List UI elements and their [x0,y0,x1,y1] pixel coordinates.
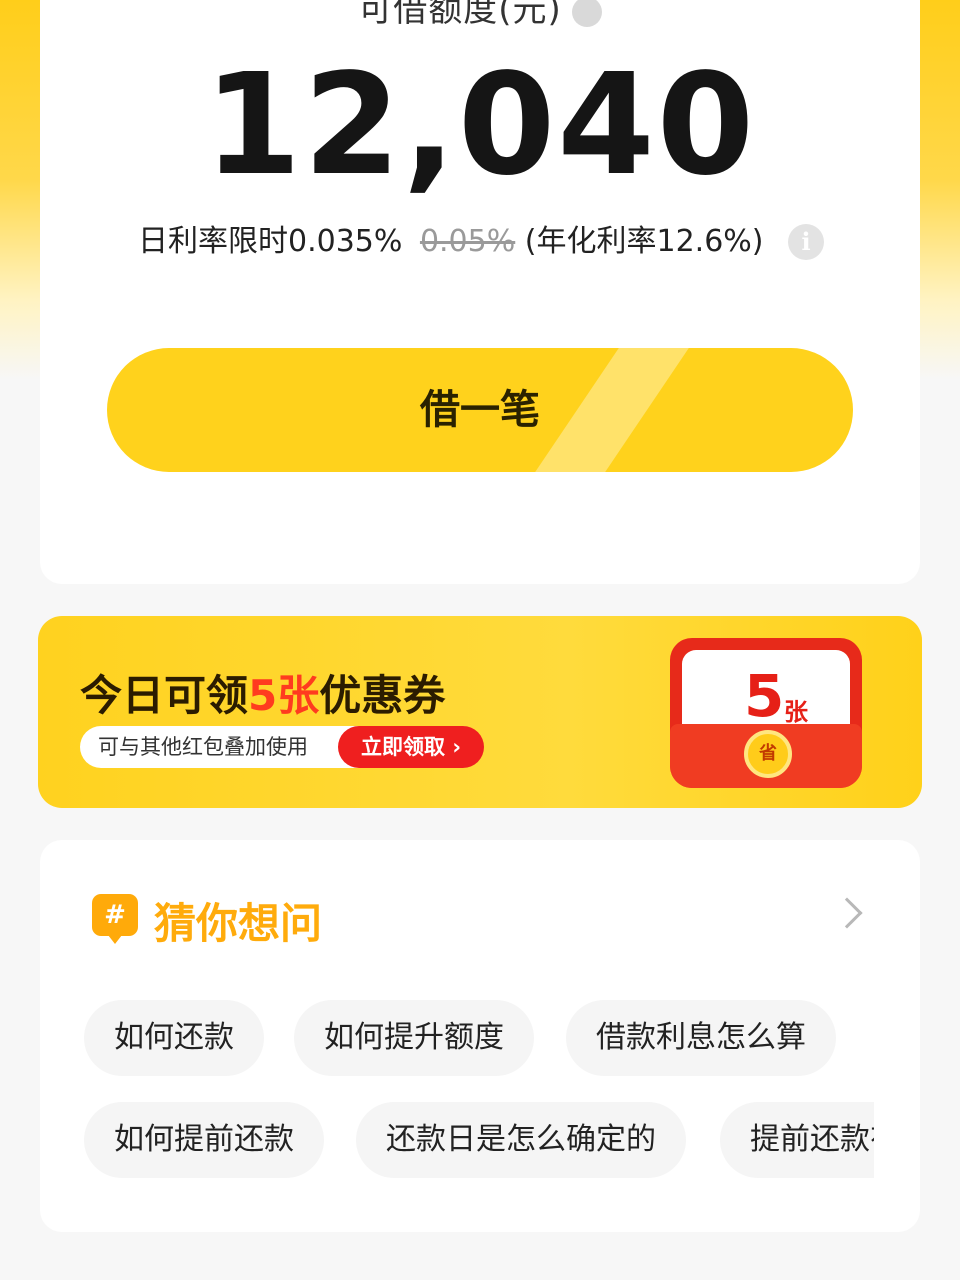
limit-label: 可借额度(元) [40,0,920,32]
coupon-banner[interactable]: 今日可领5张优惠券 可与其他红包叠加使用 立即领取 › 5 张 省 [38,616,922,808]
red-envelope-icon: 5 张 省 [670,638,862,788]
rate-line: 日利率限时0.035% 0.05% (年化利率12.6%) [138,222,764,262]
faq-question[interactable]: 如何提前还款 [84,1102,324,1178]
old-rate: 0.05% [419,224,516,259]
borrow-button[interactable]: 借一笔 [107,348,853,472]
annual-rate: (年化利率12.6%) [524,224,764,259]
coupon-title-after: 优惠券 [319,671,446,720]
coupon-count: 5张 [248,671,320,720]
coupon-title-before: 今日可领 [80,671,249,720]
limit-label-text: 可借额度(元) [358,0,562,30]
available-amount: 12,040 [203,44,757,207]
coupon-subtitle: 可与其他红包叠加使用 [98,735,308,759]
rate-info-icon[interactable]: i [788,224,824,260]
faq-question[interactable]: 如何提升额度 [294,1000,534,1076]
daily-rate: 日利率限时0.035% [138,224,403,259]
faq-question[interactable]: 提前还款有 [720,1102,874,1178]
limit-info-icon[interactable] [571,0,602,27]
faq-question[interactable]: 还款日是怎么确定的 [356,1102,686,1178]
faq-question[interactable]: 如何还款 [84,1000,264,1076]
loan-page: 可借额度(元) 12,040 日利率限时0.035% 0.05% (年化利率12… [0,0,960,1280]
faq-question[interactable]: 借款利息怎么算 [566,1000,836,1076]
faq-chips: 如何还款 如何提升额度 借款利息怎么算 如何提前还款 还款日是怎么确定的 提前还… [40,840,874,1232]
faq-card: # 猜你想问 如何还款 如何提升额度 借款利息怎么算 如何提前还款 还款日是怎么… [40,840,920,1232]
credit-card: 可借额度(元) 12,040 日利率限时0.035% 0.05% (年化利率12… [40,0,920,584]
coupon-title: 今日可领5张优惠券 [80,662,445,723]
envelope-unit: 张 [784,698,808,726]
envelope-number: 5 [744,662,785,730]
coin-icon: 省 [744,730,792,778]
claim-now-button[interactable]: 立即领取 › [338,726,484,768]
borrow-button-label: 借一笔 [420,387,540,433]
